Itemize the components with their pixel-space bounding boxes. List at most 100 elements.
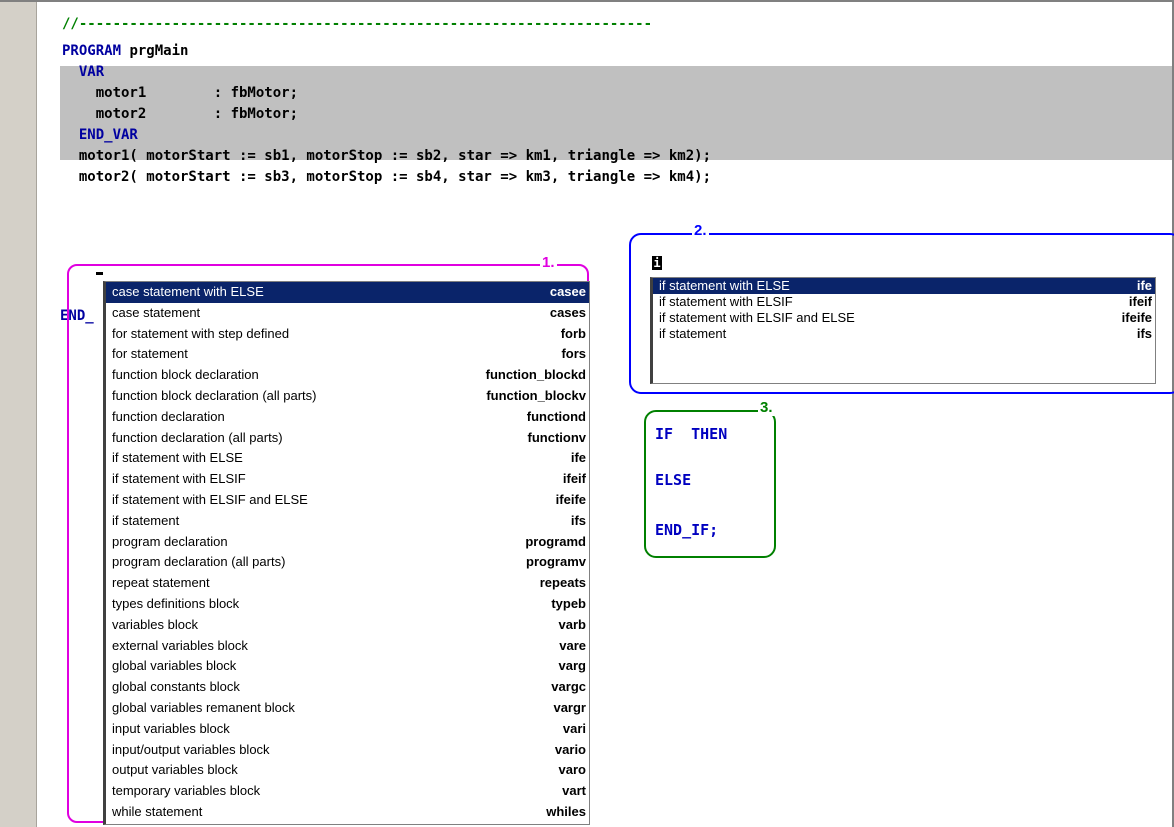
list-item[interactable]: if statement ifs: [106, 511, 589, 532]
list-item[interactable]: types definitions block typeb: [106, 594, 589, 615]
list-item-shortcut: ifs: [1136, 326, 1152, 341]
list-item[interactable]: function declaration (all parts) function…: [106, 428, 589, 449]
list-item-shortcut: varo: [558, 762, 586, 778]
list-item[interactable]: if statement ifs: [653, 326, 1155, 342]
list-item[interactable]: program declaration (all parts) programv: [106, 552, 589, 573]
list-item-label: program declaration (all parts): [112, 554, 286, 570]
code-line-comment[interactable]: //--------------------------------------…: [62, 14, 652, 35]
list-item-shortcut: ife: [570, 450, 586, 466]
code-line-program[interactable]: PROGRAM prgMain: [62, 41, 188, 62]
list-item[interactable]: while statement whiles: [106, 802, 589, 823]
list-item-label: for statement: [112, 346, 188, 362]
list-item-label: if statement with ELSE: [112, 450, 243, 466]
code-line-motor2-call[interactable]: motor2( motorStart := sb3, motorStop := …: [62, 167, 711, 188]
list-item-shortcut: ifeif: [562, 471, 586, 487]
code-line-var[interactable]: VAR: [62, 62, 104, 83]
snippet-else: ELSE: [655, 471, 692, 489]
list-item[interactable]: case statement cases: [106, 303, 589, 324]
list-item-label: output variables block: [112, 762, 238, 778]
list-item-shortcut: ifeife: [1121, 310, 1152, 325]
list-item-label: if statement with ELSIF: [112, 471, 246, 487]
list-item-label: types definitions block: [112, 595, 240, 611]
list-item-shortcut: vare: [559, 637, 586, 653]
list-item[interactable]: repeat statement repeats: [106, 573, 589, 594]
list-item-label: case statement with ELSE: [112, 284, 264, 299]
list-item-shortcut: whiles: [546, 803, 586, 819]
list-item[interactable]: case statement with ELSE casee: [106, 282, 589, 303]
list-item[interactable]: global variables block varg: [106, 656, 589, 677]
list-item-label: function declaration: [112, 408, 225, 424]
list-item[interactable]: if statement with ELSE ife: [106, 448, 589, 469]
list-item-shortcut: repeats: [539, 575, 586, 591]
list-item[interactable]: input/output variables block vario: [106, 740, 589, 761]
list-item-label: if statement: [112, 512, 180, 528]
autocomplete-list-full[interactable]: case statement with ELSE casee case statem…: [103, 281, 590, 825]
list-item-shortcut: casee: [549, 284, 586, 299]
list-item[interactable]: if statement with ELSIF and ELSE ifeife: [106, 490, 589, 511]
code-line-motor1-call[interactable]: motor1( motorStart := sb1, motorStop := …: [62, 146, 711, 167]
list-item[interactable]: if statement with ELSIF ifeif: [653, 294, 1155, 310]
list-item[interactable]: if statement with ELSIF ifeif: [106, 469, 589, 490]
list-item-label: global variables remanent block: [112, 699, 295, 715]
snippet-if-then: IF THEN: [655, 425, 728, 443]
editor-gutter: [0, 0, 36, 827]
list-item[interactable]: external variables block vare: [106, 636, 589, 657]
code-line-motor2-decl[interactable]: motor2 : fbMotor;: [62, 104, 298, 125]
list-item-label: repeat statement: [112, 575, 210, 591]
list-item[interactable]: if statement with ELSIF and ELSE ifeife: [653, 310, 1155, 326]
list-item[interactable]: temporary variables block vart: [106, 781, 589, 802]
list-item-shortcut: programv: [526, 554, 586, 570]
list-item-shortcut: ifeife: [555, 491, 586, 507]
list-item-shortcut: forb: [560, 325, 586, 341]
keyword-program: PROGRAM: [62, 43, 122, 59]
list-item[interactable]: global variables remanent block vargr: [106, 698, 589, 719]
list-item-shortcut: ifs: [570, 512, 586, 528]
list-item-label: function declaration (all parts): [112, 429, 283, 445]
list-item-label: for statement with step defined: [112, 325, 290, 341]
list-item-shortcut: vari: [562, 720, 586, 736]
list-item-shortcut: typeb: [551, 595, 586, 611]
code-line-motor1-decl[interactable]: motor1 : fbMotor;: [62, 83, 298, 104]
list-item-shortcut: programd: [525, 533, 586, 549]
callout-label-1: 1.: [540, 254, 557, 271]
list-item-label: if statement with ELSIF and ELSE: [659, 310, 855, 325]
list-item-label: input/output variables block: [112, 741, 270, 757]
list-item-shortcut: varb: [558, 616, 586, 632]
list-item-shortcut: vargc: [551, 679, 586, 695]
list-item-shortcut: vart: [562, 783, 586, 799]
list-item[interactable]: function block declaration (all parts) fu…: [106, 386, 589, 407]
list-item[interactable]: input variables block vari: [106, 719, 589, 740]
list-item-label: program declaration: [112, 533, 228, 549]
list-item-shortcut: cases: [549, 304, 586, 320]
list-item-shortcut: functionv: [527, 429, 587, 445]
program-name: prgMain: [121, 43, 189, 59]
list-item[interactable]: for statement with step defined forb: [106, 324, 589, 345]
list-item-label: if statement with ELSIF and ELSE: [112, 491, 308, 507]
code-line-end-var[interactable]: END_VAR: [62, 125, 138, 146]
list-item[interactable]: for statement fors: [106, 344, 589, 365]
list-item-label: if statement with ELSIF: [659, 294, 793, 309]
list-item[interactable]: variables block varb: [106, 615, 589, 636]
list-item-shortcut: functiond: [526, 408, 586, 424]
list-item-label: variables block: [112, 616, 198, 632]
list-item-label: case statement: [112, 304, 201, 320]
list-item[interactable]: function block declaration function_block…: [106, 365, 589, 386]
list-item[interactable]: output variables block varo: [106, 760, 589, 781]
list-item-label: function block declaration: [112, 367, 259, 383]
list-item-shortcut: vargr: [553, 699, 586, 715]
list-item-shortcut: varg: [558, 658, 586, 674]
list-item[interactable]: function declaration functiond: [106, 407, 589, 428]
list-item-label: while statement: [112, 803, 203, 819]
list-item-label: global variables block: [112, 658, 237, 674]
list-item-label: if statement with ELSE: [659, 278, 790, 293]
snippet-end-if: END_IF;: [655, 521, 719, 539]
list-item-shortcut: ifeif: [1128, 294, 1152, 309]
list-item-shortcut: fors: [561, 346, 586, 362]
list-item-shortcut: function_blockd: [485, 367, 586, 383]
list-item-label: if statement: [659, 326, 727, 341]
autocomplete-list-filtered[interactable]: if statement with ELSE ife if statement wi…: [650, 277, 1156, 384]
list-item[interactable]: if statement with ELSE ife: [653, 278, 1155, 294]
list-item-shortcut: vario: [554, 741, 586, 757]
list-item[interactable]: program declaration programd: [106, 532, 589, 553]
list-item[interactable]: global constants block vargc: [106, 677, 589, 698]
